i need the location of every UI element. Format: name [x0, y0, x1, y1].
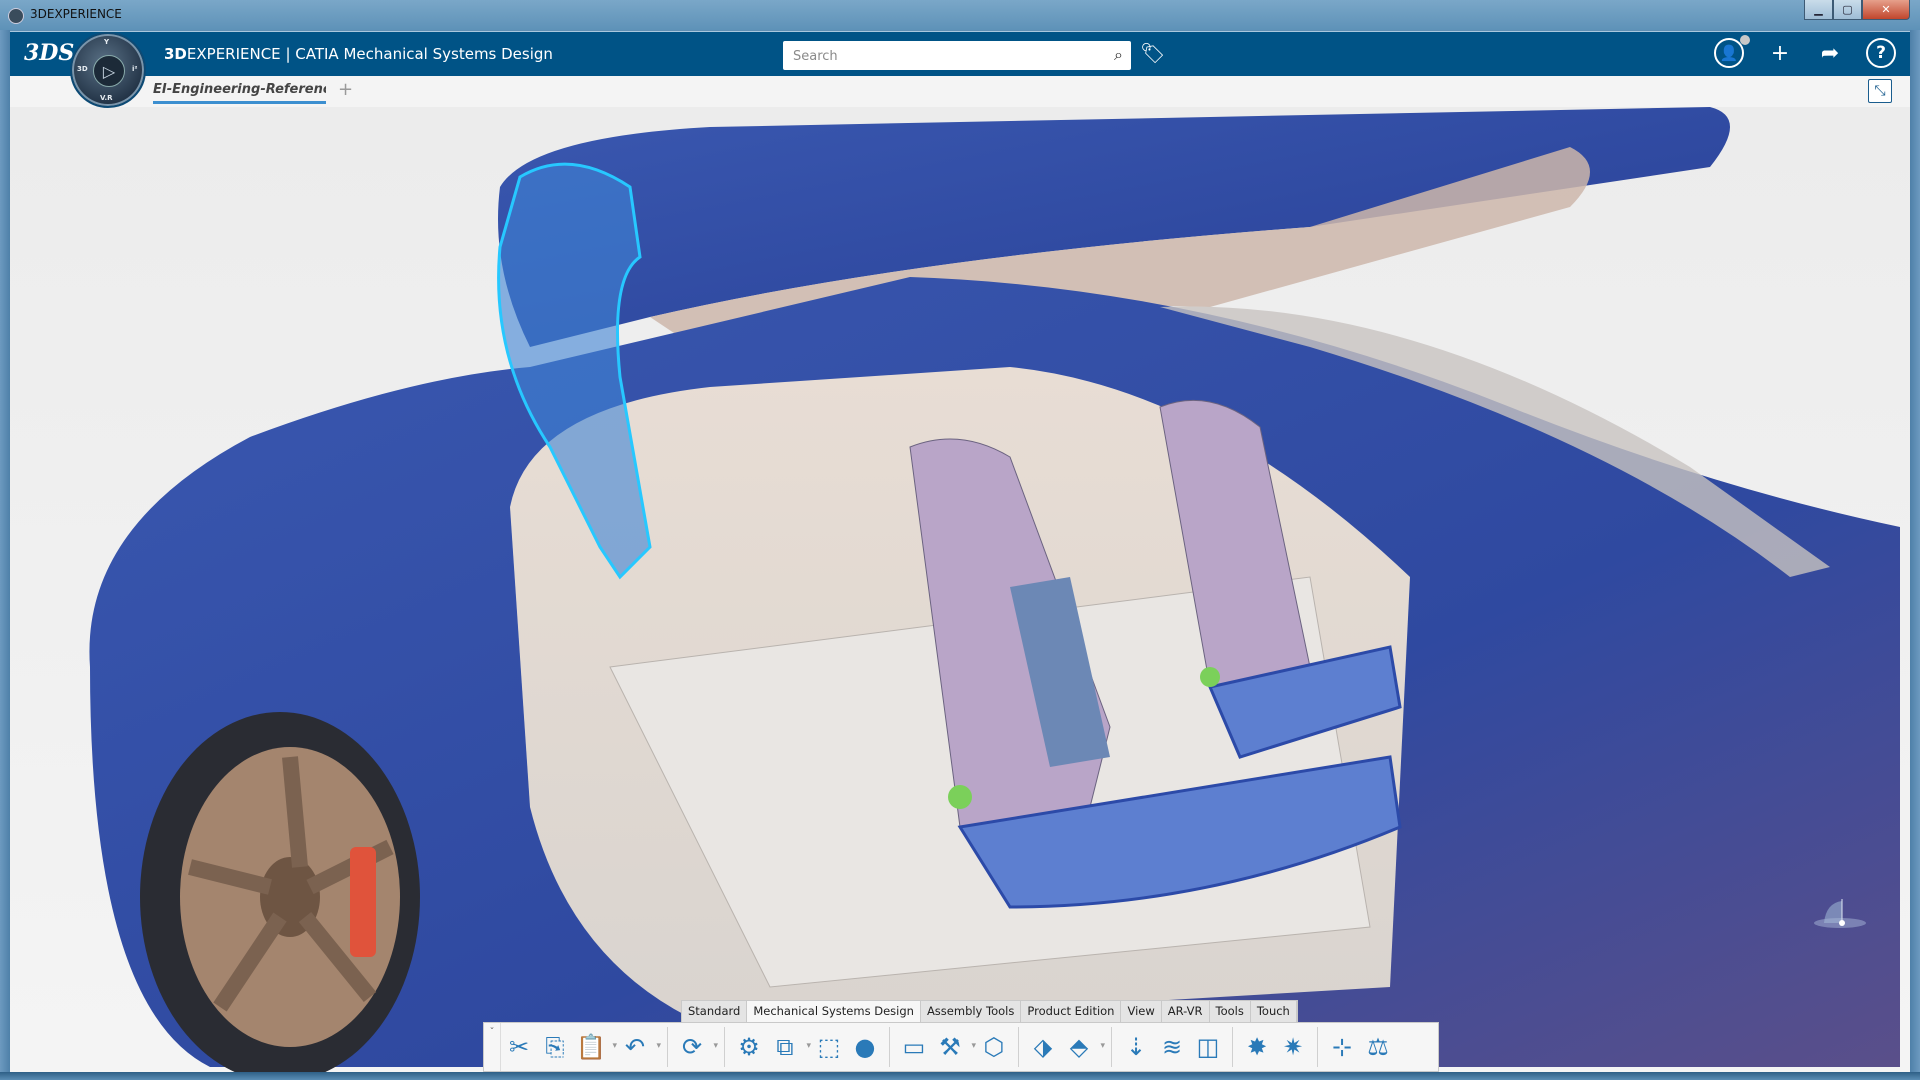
tab-ei-engineering-reference[interactable]: EI-Engineering-Reference-V: [153, 82, 326, 104]
spring-icon[interactable]: ≋: [1154, 1029, 1190, 1065]
ds-logo-icon[interactable]: 3DS: [24, 40, 74, 66]
rigid-joint-icon[interactable]: ▭: [896, 1029, 932, 1065]
minimize-button[interactable]: ▁: [1804, 0, 1833, 20]
add-tab-button[interactable]: +: [338, 79, 353, 100]
window-border-right: [1910, 30, 1920, 1072]
section-tab-product-edition[interactable]: Product Edition: [1021, 1001, 1122, 1023]
3d-orientation-compass-icon[interactable]: [1810, 897, 1870, 947]
search-box[interactable]: ⌕: [783, 41, 1131, 70]
car-model-scene[interactable]: [10, 107, 1910, 1072]
window-title-bar: 3DEXPERIENCE ▁ ▢ ✕: [0, 0, 1920, 30]
clash-icon[interactable]: ✷: [1275, 1029, 1311, 1065]
bushing-icon[interactable]: ◫: [1190, 1029, 1226, 1065]
share-icon[interactable]: ➦: [1816, 38, 1844, 68]
window-title: 3DEXPERIENCE: [30, 7, 122, 21]
fix-icon[interactable]: ⬚: [811, 1029, 847, 1065]
engineering-connection-icon[interactable]: ⧉: [767, 1029, 811, 1065]
maximize-button[interactable]: ▢: [1833, 0, 1862, 20]
search-icon[interactable]: ⌕: [1114, 45, 1123, 65]
action-bar-sections: Standard Mechanical Systems Design Assem…: [681, 1000, 1298, 1023]
user-icon[interactable]: 👤: [1714, 35, 1750, 68]
section-tab-mechanical-systems-design[interactable]: Mechanical Systems Design: [747, 1001, 921, 1023]
search-input[interactable]: [791, 45, 1095, 67]
help-icon[interactable]: ?: [1866, 38, 1896, 68]
section-tab-touch[interactable]: Touch: [1250, 1001, 1297, 1023]
axis-system-icon[interactable]: ⊹: [1324, 1029, 1360, 1065]
action-bar: ˇ ✂ ⎘ 📋 ↶ ⟳ ⚙ ⧉ ⬚ ● ▭ ⚒ ⬡ ⬗ ⬘ ⇣ ≋ ◫ ✸ ✷ …: [483, 1022, 1439, 1072]
close-button[interactable]: ✕: [1862, 0, 1910, 20]
kinematic-network-icon[interactable]: ⬡: [976, 1029, 1012, 1065]
gravity-icon[interactable]: ⇣: [1118, 1029, 1154, 1065]
cut-icon[interactable]: ✂: [501, 1029, 537, 1065]
undo-icon[interactable]: ↶: [617, 1029, 661, 1065]
app-header: 3DS 3DEXPERIENCE | CATIA Mechanical Syst…: [10, 31, 1910, 76]
compass-widget[interactable]: Y 3D i² V.R ▷: [70, 32, 146, 108]
mechanism-settings-icon[interactable]: ⚙: [731, 1029, 767, 1065]
3d-viewport[interactable]: [10, 107, 1910, 1072]
app-logo-icon: [8, 8, 24, 24]
play-icon[interactable]: ▷: [93, 55, 125, 87]
balance-icon[interactable]: ⚖: [1360, 1029, 1396, 1065]
section-tab-ar-vr[interactable]: AR-VR: [1161, 1001, 1210, 1023]
assembly-constraint-icon[interactable]: ●: [847, 1029, 883, 1065]
window-border-bottom: [0, 1072, 1920, 1080]
add-icon[interactable]: +: [1766, 38, 1794, 68]
collapse-icon[interactable]: ⤡: [1868, 79, 1892, 103]
collapse-actionbar-icon[interactable]: ˇ: [484, 1023, 501, 1071]
tab-bar: EI-Engineering-Reference-V + ⤡: [10, 76, 1910, 108]
paste-icon[interactable]: 📋: [573, 1029, 617, 1065]
section-tab-standard[interactable]: Standard: [682, 1001, 748, 1023]
window-border-left: [0, 30, 10, 1072]
section-tab-tools[interactable]: Tools: [1209, 1001, 1251, 1023]
app-title: 3DEXPERIENCE | CATIA Mechanical Systems …: [164, 45, 553, 63]
tag-icon[interactable]: 🏷: [1140, 41, 1165, 65]
product-tools-icon[interactable]: ⬘: [1061, 1029, 1105, 1065]
update-icon[interactable]: ⟳: [674, 1029, 718, 1065]
mechanism-representation-icon[interactable]: ⚒: [932, 1029, 976, 1065]
simulate-icon[interactable]: ⬗: [1025, 1029, 1061, 1065]
section-tab-assembly-tools[interactable]: Assembly Tools: [920, 1001, 1022, 1023]
section-tab-view[interactable]: View: [1121, 1001, 1162, 1023]
contact-icon[interactable]: ✸: [1239, 1029, 1275, 1065]
copy-icon[interactable]: ⎘: [537, 1029, 573, 1065]
